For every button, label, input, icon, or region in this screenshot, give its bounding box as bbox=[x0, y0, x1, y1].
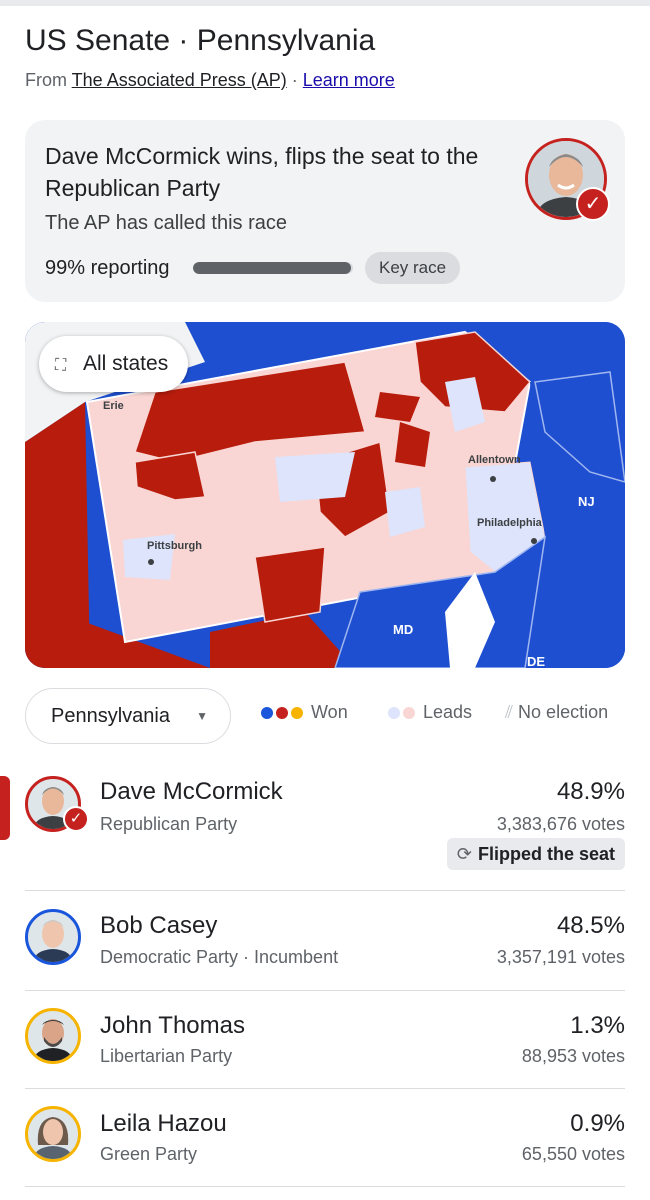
key-race-chip[interactable]: Key race bbox=[365, 252, 461, 284]
candidate-name: John Thomas bbox=[100, 1012, 245, 1039]
dropdown-caret-icon: ▼ bbox=[196, 709, 208, 723]
candidate-name: Dave McCormick bbox=[100, 778, 283, 805]
divider bbox=[25, 890, 625, 891]
divider bbox=[25, 990, 625, 991]
map-label-nj: NJ bbox=[578, 494, 595, 509]
candidate-votes: 88,953 votes bbox=[521, 1046, 625, 1066]
candidate-name: Bob Casey bbox=[100, 912, 218, 939]
sync-icon: ⟳ bbox=[456, 844, 472, 864]
all-states-button[interactable]: ⛶ All states bbox=[39, 336, 189, 392]
map-label-philadelphia: Philadelphia bbox=[477, 517, 542, 529]
divider bbox=[25, 1088, 625, 1089]
reporting-progress-fill bbox=[193, 262, 352, 274]
winner-check-icon: ✓ bbox=[63, 806, 89, 832]
candidate-votes: 65,550 votes bbox=[521, 1144, 625, 1164]
legend-won-label: Won bbox=[311, 702, 348, 722]
flipped-seat-badge: ⟳ Flipped the seat bbox=[446, 838, 625, 870]
map-label-md: MD bbox=[393, 622, 414, 637]
candidate-votes: 3,383,676 votes bbox=[496, 814, 625, 834]
race-called-text: The AP has called this race bbox=[45, 212, 287, 234]
race-summary-card: Dave McCormick wins, flips the seat to t… bbox=[25, 120, 625, 302]
candidate-percent: 48.9% bbox=[556, 778, 625, 805]
map-label-de: DE bbox=[527, 654, 546, 668]
winner-indicator bbox=[0, 776, 10, 840]
legend-no-election-label: No election bbox=[518, 702, 609, 722]
divider bbox=[25, 1186, 625, 1187]
map-label-erie: Erie bbox=[103, 400, 124, 412]
state-dropdown[interactable]: Pennsylvania ▼ bbox=[25, 688, 231, 744]
winner-check-icon: ✓ bbox=[576, 187, 610, 221]
county-results-map[interactable]: ⛶ All states Erie Allentown NJ Philadelph… bbox=[25, 322, 625, 668]
candidate-avatar bbox=[25, 909, 81, 965]
candidate-percent: 0.9% bbox=[570, 1110, 625, 1137]
candidate-percent: 48.5% bbox=[556, 912, 625, 939]
candidate-votes: 3,357,191 votes bbox=[496, 947, 625, 967]
map-label-pittsburgh: Pittsburgh bbox=[147, 540, 202, 552]
legend-no-election: ⫽ No election bbox=[505, 701, 608, 723]
page-title: US Senate · Pennsylvania bbox=[25, 24, 376, 57]
reporting-text: 99% reporting bbox=[45, 257, 170, 279]
top-bar bbox=[0, 0, 650, 6]
candidate-party: Libertarian Party bbox=[100, 1046, 233, 1066]
candidate-name: Leila Hazou bbox=[100, 1110, 227, 1137]
all-states-label: All states bbox=[83, 352, 169, 375]
expand-icon: ⛶ bbox=[55, 357, 67, 374]
legend-leads-label: Leads bbox=[423, 702, 473, 722]
source-line: From The Associated Press (AP) · Learn m… bbox=[25, 70, 395, 91]
candidate-percent: 1.3% bbox=[570, 1012, 625, 1039]
legend-dot-republican bbox=[276, 707, 288, 720]
reporting-progress-bar bbox=[193, 262, 353, 274]
no-election-icon: ⫽ bbox=[505, 702, 514, 722]
candidate-party: Democratic Party · Incumbent bbox=[100, 947, 339, 967]
legend-leads: Leads bbox=[388, 701, 472, 723]
candidate-avatar bbox=[25, 1008, 81, 1064]
flipped-seat-label: Flipped the seat bbox=[477, 844, 615, 864]
legend-dot-lean-democrat bbox=[388, 707, 400, 720]
source-prefix: From bbox=[25, 70, 72, 90]
candidate-avatar bbox=[25, 1106, 81, 1162]
source-separator: · bbox=[286, 70, 303, 90]
learn-more-link[interactable]: Learn more bbox=[303, 70, 395, 90]
candidate-party: Green Party bbox=[100, 1144, 198, 1164]
legend-dot-democrat bbox=[261, 707, 273, 720]
candidate-party: Republican Party bbox=[100, 814, 238, 834]
state-dropdown-value: Pennsylvania bbox=[51, 705, 170, 727]
race-headline: Dave McCormick wins, flips the seat to t… bbox=[45, 143, 479, 201]
map-label-allentown: Allentown bbox=[468, 454, 521, 466]
legend-dot-lean-republican bbox=[403, 707, 415, 720]
legend-dot-other bbox=[291, 707, 303, 720]
legend-won: Won bbox=[261, 701, 348, 723]
source-link[interactable]: The Associated Press (AP) bbox=[72, 70, 287, 90]
